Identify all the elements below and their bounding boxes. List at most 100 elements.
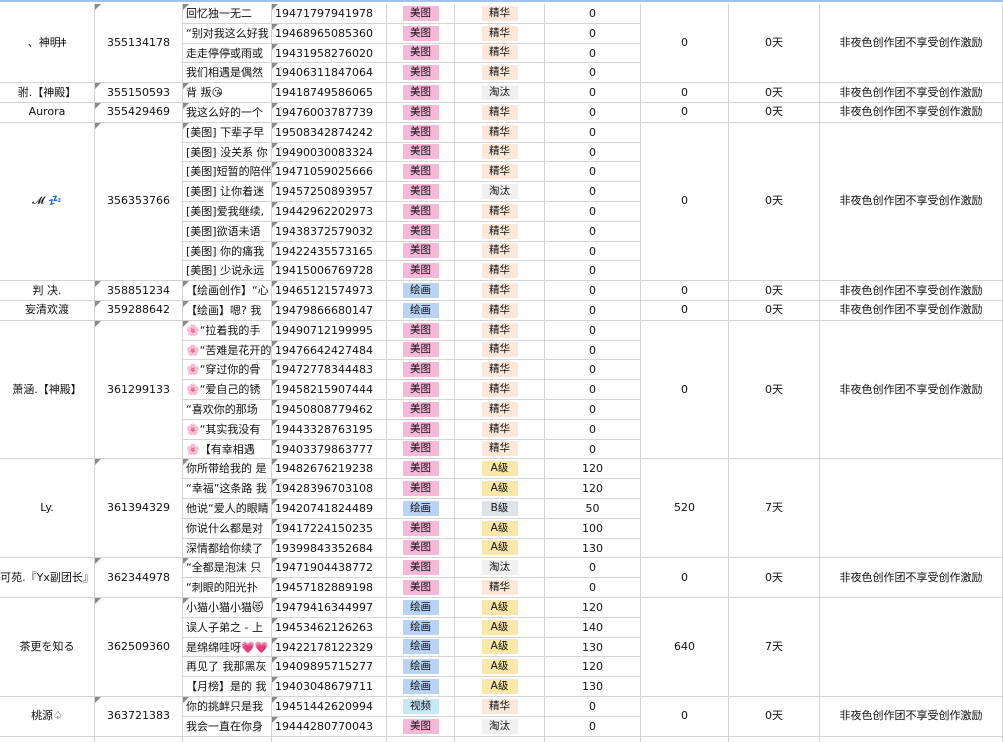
total-reward-cell[interactable]: 520 [641,459,729,559]
author-name-cell[interactable]: 、神明†̶̶ [0,4,95,84]
total-reward-cell[interactable]: 0 [641,558,729,598]
post-title-cell[interactable]: [美图] 少说永远 [183,261,272,282]
post-code-cell[interactable]: 19438372579032 [272,221,387,242]
next-row-cell[interactable] [95,736,183,742]
days-cell[interactable]: 0天 [729,320,820,460]
post-title-cell[interactable]: 【绘画】嗯? 我 [183,301,272,321]
post-grade-cell[interactable]: 精华 [455,142,545,163]
post-score-cell[interactable]: 130 [545,637,641,658]
post-score-cell[interactable]: 0 [545,241,641,262]
days-cell[interactable]: 0天 [729,83,820,103]
note-cell[interactable]: 非夜色创作团不享受创作激励 [820,320,1003,460]
author-id-cell[interactable]: 362344978 [95,558,183,598]
post-code-cell[interactable]: 19428396703108 [272,479,387,499]
note-cell[interactable]: 非夜色创作团不享受创作激励 [820,301,1003,321]
post-code-cell[interactable]: 19479416344997 [272,598,387,618]
post-type-cell[interactable]: 美图 [387,558,455,579]
post-type-cell[interactable]: 美图 [387,103,455,123]
post-score-cell[interactable]: 120 [545,459,641,480]
post-type-cell[interactable]: 美图 [387,360,455,381]
post-title-cell[interactable]: 他说“爱人的眼睛 [183,499,272,519]
post-score-cell[interactable]: 0 [545,360,641,381]
post-grade-cell[interactable]: 精华 [455,103,545,123]
total-reward-cell[interactable]: 0 [641,301,729,321]
post-code-cell[interactable]: 19465121574973 [272,281,387,301]
post-score-cell[interactable]: 0 [545,182,641,202]
post-type-cell[interactable]: 美图 [387,261,455,282]
post-score-cell[interactable]: 0 [545,142,641,163]
days-cell[interactable]: 0天 [729,122,820,282]
post-code-cell[interactable]: 19450808779462 [272,400,387,420]
next-row-cell[interactable] [272,736,387,742]
post-code-cell[interactable]: 19476642427484 [272,340,387,361]
post-type-cell[interactable]: 美图 [387,241,455,262]
post-title-cell[interactable]: 是绵绵哇呀💗💗 [183,637,272,658]
author-id-cell[interactable]: 358851234 [95,281,183,301]
post-title-cell[interactable]: 🌸“穿过你的骨 [183,360,272,381]
post-score-cell[interactable]: 0 [545,261,641,282]
post-grade-cell[interactable]: B级 [455,499,545,519]
post-type-cell[interactable]: 美图 [387,578,455,598]
post-score-cell[interactable]: 50 [545,499,641,519]
post-type-cell[interactable]: 绘画 [387,301,455,321]
post-code-cell[interactable]: 19468965085360 [272,23,387,44]
post-type-cell[interactable]: 视频 [387,697,455,717]
total-reward-cell[interactable]: 0 [641,83,729,103]
post-type-cell[interactable]: 美图 [387,23,455,44]
post-title-cell[interactable]: 我们相遇是偶然 [183,63,272,84]
post-title-cell[interactable]: “幸福”这条路 我 [183,479,272,499]
post-title-cell[interactable]: 你说什么都是对 [183,518,272,539]
next-row-cell[interactable] [641,736,729,742]
post-score-cell[interactable]: 0 [545,439,641,460]
post-grade-cell[interactable]: 精华 [455,400,545,420]
post-code-cell[interactable]: 19431958276020 [272,43,387,64]
post-score-cell[interactable]: 0 [545,380,641,400]
post-code-cell[interactable]: 19417224150235 [272,518,387,539]
post-type-cell[interactable]: 美图 [387,202,455,222]
post-score-cell[interactable]: 120 [545,479,641,499]
days-cell[interactable]: 0天 [729,281,820,301]
author-name-cell[interactable]: 茶更を知る [0,598,95,697]
post-title-cell[interactable]: 🌸【有幸相遇 [183,439,272,460]
post-type-cell[interactable]: 美图 [387,479,455,499]
post-score-cell[interactable]: 0 [545,697,641,717]
post-title-cell[interactable]: 背 叛😘 [183,83,272,103]
post-score-cell[interactable]: 0 [545,578,641,598]
next-row-cell[interactable] [0,736,95,742]
post-score-cell[interactable]: 100 [545,518,641,539]
post-score-cell[interactable]: 130 [545,538,641,559]
post-grade-cell[interactable]: A级 [455,479,545,499]
total-reward-cell[interactable]: 0 [641,281,729,301]
post-title-cell[interactable]: 我会一直在你身 [183,716,272,737]
author-name-cell[interactable]: 萧涵.【神殿】 [0,320,95,460]
post-code-cell[interactable]: 19403379863777 [272,439,387,460]
post-score-cell[interactable]: 0 [545,202,641,222]
total-reward-cell[interactable]: 640 [641,598,729,697]
author-name-cell[interactable]: 妄清欢渡 [0,301,95,321]
author-id-cell[interactable]: 355134178 [95,4,183,84]
post-title-cell[interactable]: “刺眼的阳光扑 [183,578,272,598]
post-score-cell[interactable]: 0 [545,419,641,440]
post-grade-cell[interactable]: A级 [455,677,545,697]
note-cell[interactable]: 非夜色创作团不享受创作激励 [820,103,1003,123]
post-score-cell[interactable]: 0 [545,63,641,84]
days-cell[interactable]: 0天 [729,103,820,123]
author-name-cell[interactable]: 判 决. [0,281,95,301]
post-type-cell[interactable]: 绘画 [387,281,455,301]
post-score-cell[interactable]: 0 [545,301,641,321]
post-code-cell[interactable]: 19406311847064 [272,63,387,84]
post-code-cell[interactable]: 19422178122329 [272,637,387,658]
post-score-cell[interactable]: 0 [545,23,641,44]
post-type-cell[interactable]: 美图 [387,518,455,539]
next-row-cell[interactable] [455,736,545,742]
post-type-cell[interactable]: 绘画 [387,499,455,519]
next-row-cell[interactable] [729,736,820,742]
next-row-cell[interactable] [820,736,1003,742]
post-score-cell[interactable]: 0 [545,281,641,301]
post-score-cell[interactable]: 0 [545,221,641,242]
post-grade-cell[interactable]: 精华 [455,578,545,598]
post-title-cell[interactable]: “全都是泡沫 只 [183,558,272,579]
post-grade-cell[interactable]: 精华 [455,419,545,440]
post-code-cell[interactable]: 19451442620994 [272,697,387,717]
author-id-cell[interactable]: 359288642 [95,301,183,321]
